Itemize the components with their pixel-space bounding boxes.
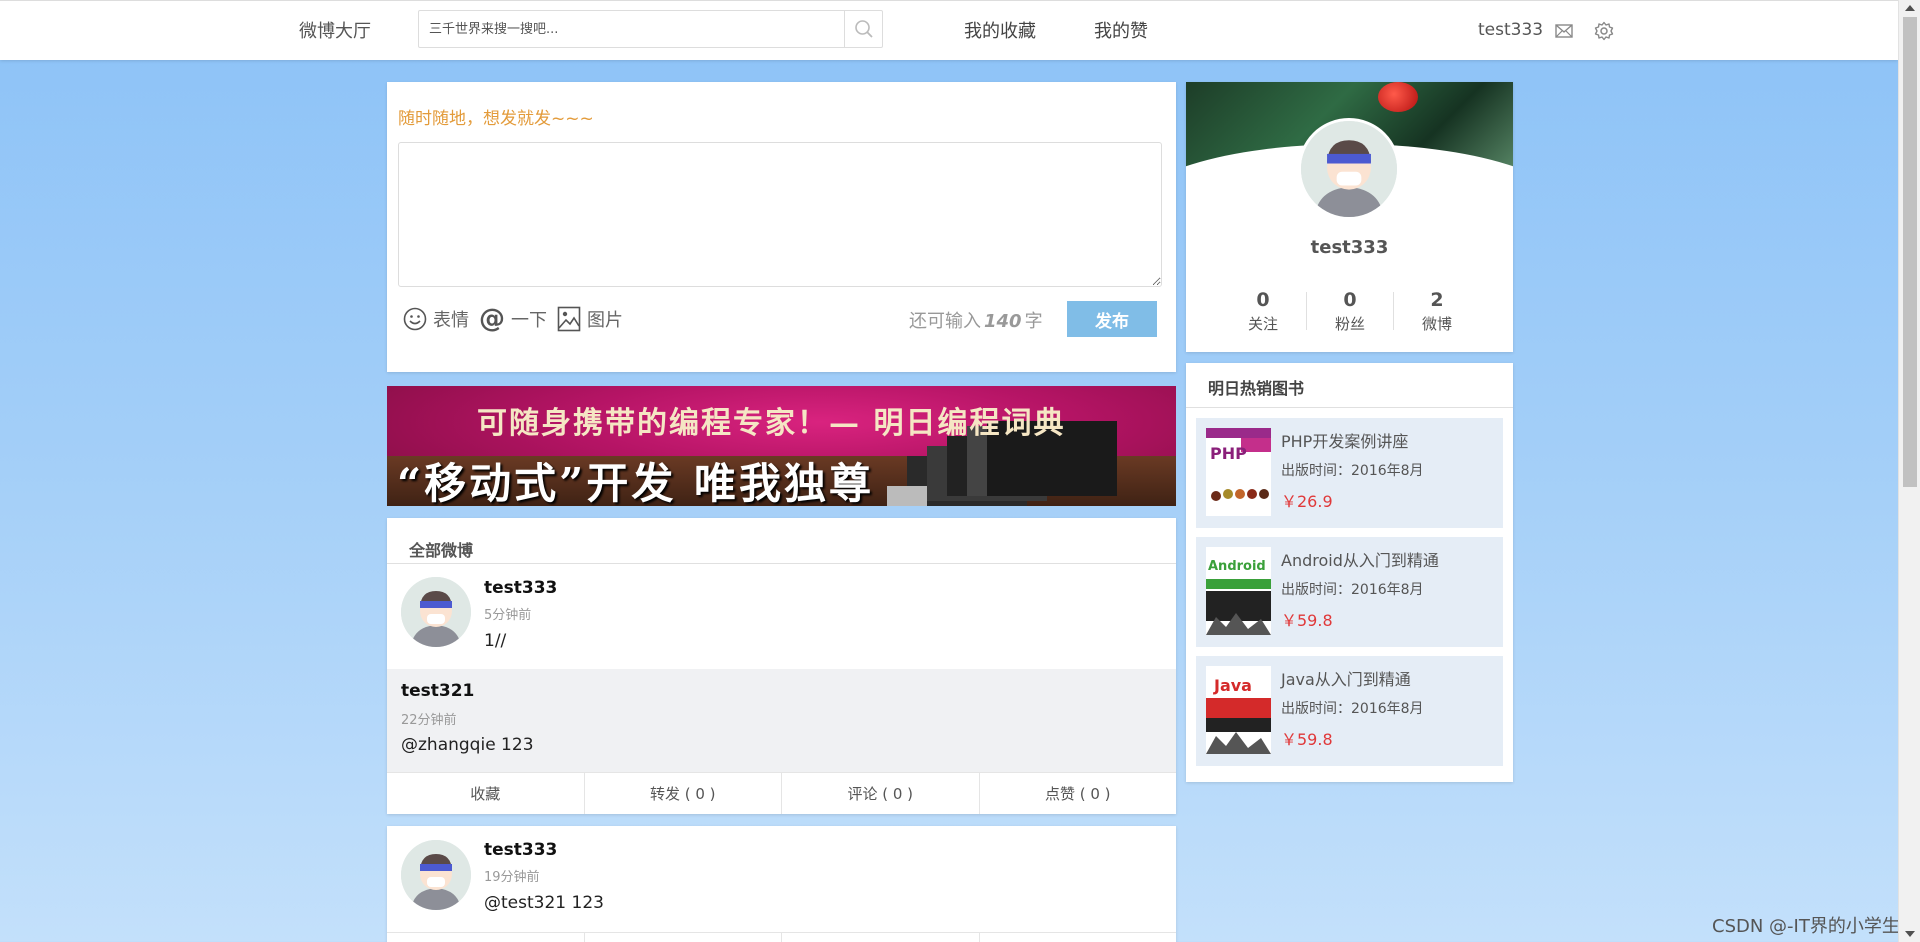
book-cover: Android [1206,547,1271,635]
scroll-down-arrow[interactable] [1905,931,1915,937]
watermark: CSDN @-IT界的小学生、 [1712,916,1918,937]
feed-card: 全部微博 test333 5分钟前 1// test321 22分钟前 @zha… [387,518,1176,814]
vertical-scrollbar[interactable] [1898,0,1920,942]
feed-card: test333 19分钟前 @test321 123 [387,826,1176,942]
book-date: 出版时间：2016年8月 [1281,463,1424,479]
scroll-up-arrow[interactable] [1905,5,1915,11]
banner-line1: 可随身携带的编程专家！— 明日编程词典 [477,406,1066,441]
nav-favorites[interactable]: 我的收藏 [964,17,1036,43]
post-tools: 表情 @ 一下 图片 [403,304,633,334]
search-input[interactable] [419,11,844,47]
favorite-button[interactable]: 收藏 [387,773,585,814]
book-price: ￥59.8 [1281,611,1333,630]
char-remaining: 还可输入 140 字 [909,311,1043,332]
book-price: ￥26.9 [1281,492,1333,511]
post-time: 5分钟前 [484,608,532,623]
gear-icon[interactable] [1594,21,1614,41]
search-icon[interactable] [844,11,882,47]
post-username[interactable]: test333 [484,840,557,860]
brand-link[interactable]: 微博大厅 [299,17,371,43]
stat-following[interactable]: 0 关注 [1220,289,1306,334]
profile-avatar[interactable] [1298,118,1400,220]
post-actions: 收藏 转发 ( 0 ) 评论 ( 0 ) 点赞 ( 0 ) [387,772,1176,814]
scroll-thumb[interactable] [1903,17,1917,487]
stat-posts[interactable]: 2 微博 [1394,289,1480,334]
profile-card: test333 0 关注 0 粉丝 2 微博 [1186,82,1513,352]
book-title[interactable]: Android从入门到精通 [1281,547,1439,571]
book-date: 出版时间：2016年8月 [1281,582,1424,598]
mention-button[interactable]: @ 一下 [479,306,547,332]
quoted-content: @zhangqie 123 [401,735,534,755]
profile-name[interactable]: test333 [1186,237,1513,258]
search-box [418,10,883,48]
books-title: 明日热销图书 [1208,379,1305,398]
emoji-label: 表情 [433,310,469,331]
book-cover: PHP [1206,428,1271,516]
post-actions [387,932,1176,942]
book-title[interactable]: Java从入门到精通 [1281,666,1411,690]
book-title[interactable]: PHP开发案例讲座 [1281,428,1408,452]
repost-button[interactable]: 转发 ( 0 ) [585,773,782,814]
book-date: 出版时间：2016年8月 [1281,701,1424,717]
post-textarea[interactable] [398,142,1162,287]
avatar[interactable] [401,577,471,647]
post-time: 19分钟前 [484,870,540,885]
post-prompt: 随时随地，想发就发~~~ [398,109,594,129]
like-button[interactable]: 点赞 ( 0 ) [980,773,1177,814]
publish-button[interactable]: 发布 [1067,301,1157,337]
book-price: ￥59.8 [1281,730,1333,749]
mail-icon[interactable] [1554,21,1574,41]
mention-label: 一下 [511,310,547,331]
nav-likes[interactable]: 我的赞 [1094,17,1148,43]
image-icon [557,306,581,332]
book-item[interactable]: Java Java从入门到精通 出版时间：2016年8月 ￥59.8 [1196,656,1503,766]
feed-title: 全部微博 [409,541,474,560]
post-box: 随时随地，想发就发~~~ 表情 @ 一下 图片 还可输入 140 字 发布 [387,82,1176,372]
comment-button[interactable]: 评论 ( 0 ) [782,773,980,814]
books-card: 明日热销图书 PHP PHP开发案例讲座 出版时间：2016年8月 ￥26.9 … [1186,363,1513,782]
avatar[interactable] [401,840,471,910]
image-label: 图片 [587,310,623,331]
quoted-post[interactable]: test321 22分钟前 @zhangqie 123 [387,669,1176,772]
emoji-button[interactable]: 表情 [403,306,469,332]
post-username[interactable]: test333 [484,578,557,598]
post-content: 1// [484,631,507,651]
at-icon: @ [479,304,505,334]
post-content: @test321 123 [484,893,604,913]
quoted-username[interactable]: test321 [401,681,474,701]
remain-count: 140 [984,311,1022,332]
book-item[interactable]: PHP PHP开发案例讲座 出版时间：2016年8月 ￥26.9 [1196,418,1503,528]
book-item[interactable]: Android Android从入门到精通 出版时间：2016年8月 ￥59.8 [1196,537,1503,647]
banner-line2: “移动式”开发 唯我独尊 [397,459,874,506]
image-button[interactable]: 图片 [557,306,623,332]
book-cover: Java [1206,666,1271,754]
quoted-time: 22分钟前 [401,713,457,728]
stat-followers[interactable]: 0 粉丝 [1307,289,1393,334]
nav-username[interactable]: test333 [1478,20,1543,40]
smile-icon [403,307,427,331]
top-nav: 微博大厅 我的收藏 我的赞 test333 [0,0,1898,60]
ad-banner[interactable]: 可随身携带的编程专家！— 明日编程词典 “移动式”开发 唯我独尊 [387,386,1176,506]
